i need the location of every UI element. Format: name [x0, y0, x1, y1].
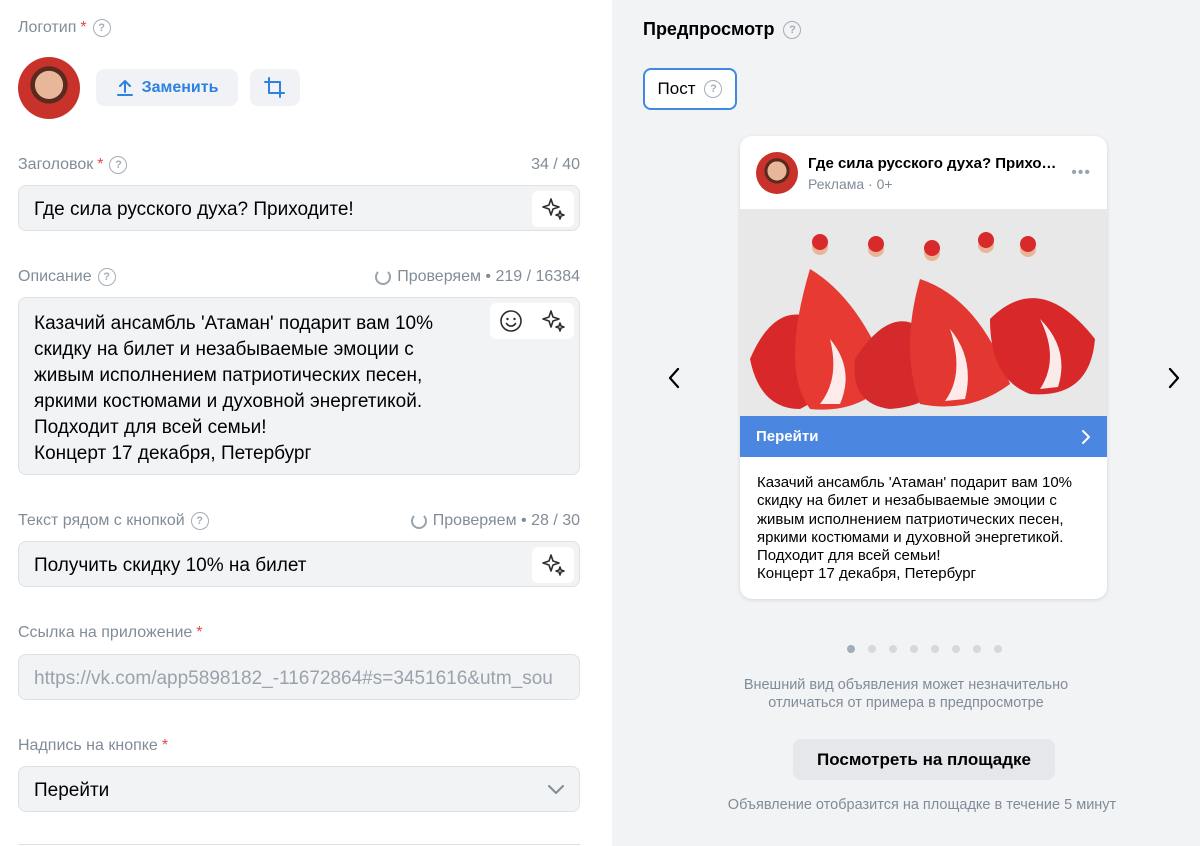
button-text-status: Проверяем • 28 / 30	[410, 512, 580, 530]
chevron-left-icon	[668, 367, 680, 389]
divider	[18, 844, 580, 845]
button-text-input[interactable]: Получить скидку 10% на билет	[18, 541, 580, 587]
description-status: Проверяем • 219 / 16384	[375, 268, 580, 286]
carousel-dot[interactable]	[994, 645, 1002, 653]
help-icon[interactable]: ?	[783, 20, 802, 39]
card-description: Казачий ансамбль 'Атаман' подарит вам 10…	[757, 474, 1072, 583]
carousel-dot[interactable]	[973, 645, 981, 653]
carousel-dot[interactable]	[889, 645, 897, 653]
ad-post-preview-card: Где сила русского духа? Приходите! Рекла…	[740, 136, 1107, 599]
chevron-right-icon	[1082, 429, 1090, 444]
help-icon[interactable]: ?	[190, 512, 209, 530]
description-textarea[interactable]: Казачий ансамбль 'Атаман' подарит вам 10…	[18, 297, 580, 475]
advertiser-avatar	[756, 152, 798, 194]
carousel-dot[interactable]	[952, 645, 960, 653]
carousel-dots	[847, 645, 1002, 653]
more-icon[interactable]: •••	[1071, 164, 1091, 182]
ad-image	[740, 209, 1107, 416]
ai-generate-button[interactable]	[532, 191, 574, 227]
button-caption-label: Надпись на кнопке *	[18, 737, 169, 754]
app-link-input[interactable]: https://vk.com/app5898182_-11672864#s=34…	[18, 654, 580, 700]
ai-generate-button[interactable]	[532, 547, 574, 583]
description-label: Описание ?	[18, 268, 116, 286]
headline-input[interactable]: Где сила русского духа? Приходите!	[18, 185, 580, 231]
crop-icon	[264, 76, 285, 98]
loading-spinner-icon	[375, 269, 392, 285]
carousel-dot[interactable]	[868, 645, 876, 653]
help-icon[interactable]: ?	[92, 19, 111, 37]
card-title: Где сила русского духа? Приходите!	[808, 155, 1064, 172]
ai-generate-button[interactable]	[532, 303, 574, 339]
carousel-dot[interactable]	[910, 645, 918, 653]
card-subtitle: Реклама · 0+	[808, 176, 893, 192]
preview-note: Внешний вид объявления может незначитель…	[743, 677, 1069, 711]
prev-arrow[interactable]	[660, 364, 688, 392]
replace-logo-button[interactable]: Заменить	[96, 69, 238, 106]
button-caption-select[interactable]: Перейти	[18, 766, 580, 812]
help-icon[interactable]: ?	[704, 80, 723, 98]
smile-icon	[500, 310, 522, 332]
view-on-platform-button[interactable]: Посмотреть на площадке	[793, 739, 1055, 780]
sparkle-icon	[542, 198, 565, 220]
sparkle-icon	[542, 554, 565, 576]
preview-footer-note: Объявление отобразится на площадке в теч…	[727, 797, 1117, 813]
loading-spinner-icon	[410, 513, 427, 529]
headline-counter: 34 / 40	[531, 156, 580, 173]
ad-form-panel: Логотип * ? Заменить Заголовок * ? 34 / 40…	[0, 0, 612, 846]
chevron-right-icon	[1168, 367, 1180, 389]
carousel-dot[interactable]	[847, 645, 855, 653]
logo-label: Логотип * ?	[18, 19, 111, 37]
chevron-down-icon	[548, 785, 564, 794]
next-arrow[interactable]	[1160, 364, 1188, 392]
sparkle-icon	[542, 310, 565, 332]
help-icon[interactable]: ?	[97, 268, 116, 286]
tab-post[interactable]: Пост ?	[643, 68, 737, 110]
help-icon[interactable]: ?	[109, 156, 128, 174]
carousel-dot[interactable]	[931, 645, 939, 653]
crop-logo-button[interactable]	[250, 69, 300, 106]
button-text-label: Текст рядом с кнопкой ?	[18, 512, 209, 530]
preview-title: Предпросмотр ?	[643, 19, 802, 40]
preview-panel: Предпросмотр ? Пост ? Где сила русского …	[612, 0, 1200, 846]
app-link-label: Ссылка на приложение *	[18, 624, 203, 641]
emoji-button[interactable]	[490, 303, 532, 339]
upload-icon	[116, 79, 133, 96]
logo-avatar	[18, 57, 80, 119]
cta-button[interactable]: Перейти	[740, 416, 1107, 457]
headline-label: Заголовок * ?	[18, 156, 128, 174]
